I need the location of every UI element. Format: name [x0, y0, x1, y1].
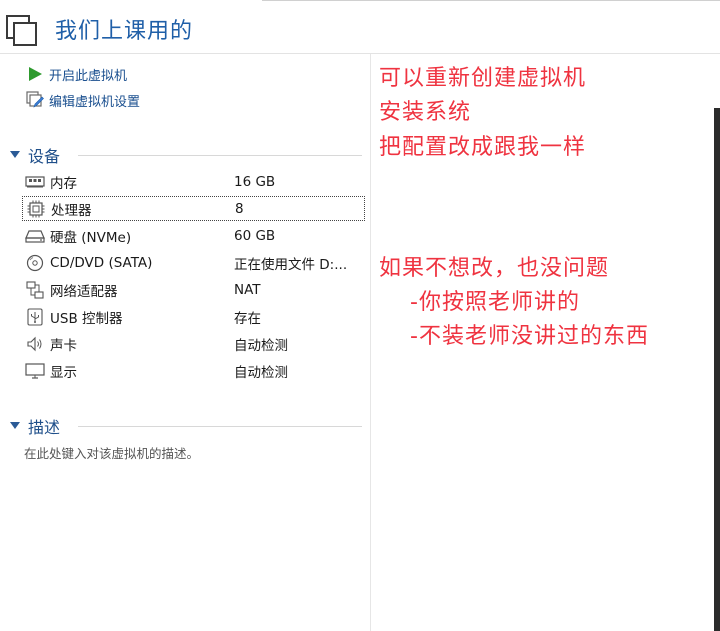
device-row-display[interactable]: 显示 自动检测 — [22, 359, 364, 383]
description-input[interactable]: 在此处键入对该虚拟机的描述。 — [24, 443, 199, 462]
annotation-text: 可以重新创建虚拟机 — [379, 66, 587, 91]
device-row-sound-card[interactable]: 声卡 自动检测 — [22, 332, 364, 356]
annotation-text: 把配置改成跟我一样 — [379, 135, 587, 160]
device-name: 显示 — [50, 365, 77, 381]
scrollbar[interactable] — [714, 108, 720, 631]
annotation-text: 如果不想改，也没问题 — [379, 256, 610, 281]
devices-section-title: 设备 — [28, 143, 67, 167]
device-value: 8 — [235, 200, 244, 217]
page-title: 我们上课用的 — [55, 19, 194, 44]
device-row-cd-dvd[interactable]: CD/DVD (SATA) 正在使用文件 D:... — [22, 251, 364, 275]
collapse-triangle-icon[interactable] — [10, 151, 20, 158]
vm-header: 我们上课用的 — [0, 3, 720, 54]
device-row-usb-controller[interactable]: USB 控制器 存在 — [22, 305, 364, 329]
device-value: NAT — [234, 282, 261, 298]
edit-vm-settings-link[interactable]: 编辑虚拟机设置 — [26, 89, 140, 111]
collapse-triangle-icon[interactable] — [10, 422, 20, 429]
device-row-network-adapter[interactable]: 网络适配器 NAT — [22, 278, 364, 302]
device-value: 16 GB — [234, 174, 276, 190]
section-divider — [78, 155, 362, 156]
device-row-hard-disk[interactable]: 硬盘 (NVMe) 60 GB — [22, 224, 364, 248]
power-on-vm-label: 开启此虚拟机 — [49, 68, 128, 84]
memory-icon — [24, 173, 46, 191]
device-name: 内存 — [50, 176, 77, 192]
edit-settings-icon — [26, 91, 44, 109]
device-name: 硬盘 (NVMe) — [50, 230, 132, 246]
device-name: 网络适配器 — [50, 284, 118, 300]
panel-divider — [370, 54, 371, 631]
cd-dvd-icon — [24, 254, 46, 272]
play-icon — [26, 65, 44, 83]
device-name: 处理器 — [51, 202, 92, 219]
monitor-icon — [24, 362, 46, 380]
edit-vm-settings-label: 编辑虚拟机设置 — [49, 94, 141, 110]
device-name: 声卡 — [50, 338, 77, 354]
device-row-processor[interactable]: 处理器 8 — [22, 196, 365, 221]
processor-icon — [25, 200, 47, 218]
virtual-machine-icon — [6, 15, 37, 46]
description-section-header[interactable]: 描述 — [8, 414, 362, 438]
section-divider — [78, 426, 362, 427]
device-name: CD/DVD (SATA) — [50, 255, 153, 271]
usb-icon — [24, 308, 46, 326]
annotation-text: 安装系统 — [379, 100, 472, 125]
devices-section-header[interactable]: 设备 — [8, 143, 362, 167]
power-on-vm-link[interactable]: 开启此虚拟机 — [26, 63, 127, 85]
device-value: 自动检测 — [234, 365, 288, 381]
device-name: USB 控制器 — [50, 311, 123, 327]
network-adapter-icon — [24, 281, 46, 299]
hard-disk-icon — [24, 227, 46, 245]
description-section-title: 描述 — [28, 414, 67, 438]
device-value: 60 GB — [234, 228, 276, 244]
device-value: 正在使用文件 D:... — [234, 257, 348, 273]
device-value: 存在 — [234, 311, 261, 327]
speaker-icon — [24, 335, 46, 353]
annotation-text: -不装老师没讲过的东西 — [410, 324, 649, 349]
device-value: 自动检测 — [234, 338, 288, 354]
device-row-memory[interactable]: 内存 16 GB — [22, 170, 364, 194]
annotation-text: -你按照老师讲的 — [410, 290, 580, 315]
